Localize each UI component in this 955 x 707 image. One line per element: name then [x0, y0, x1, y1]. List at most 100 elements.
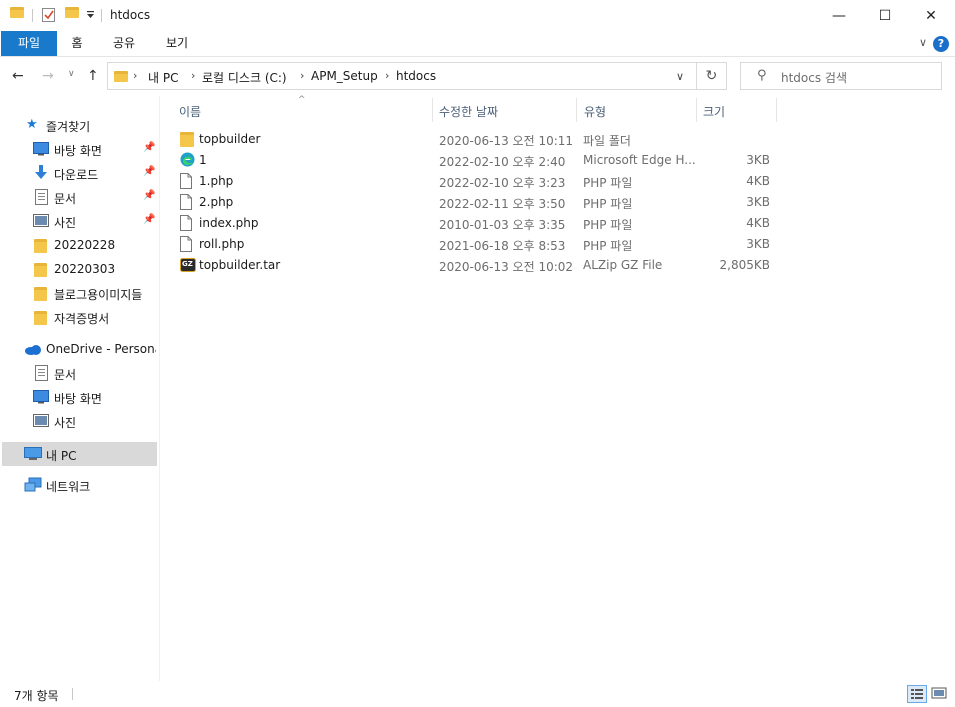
sidebar-item-label: 바탕 화면 [54, 144, 102, 158]
column-divider[interactable] [576, 98, 577, 122]
file-size: 2,805KB [719, 258, 770, 272]
sidebar-item-onedrive-documents[interactable]: 문서 [0, 362, 157, 384]
table-row[interactable]: roll.php 2021-06-18 오후 8:53 PHP 파일 3KB [170, 234, 780, 255]
chevron-right-icon[interactable]: › [133, 69, 137, 82]
sidebar-item-label: 네트워크 [46, 480, 91, 494]
recent-locations-button[interactable]: ∨ [68, 69, 75, 79]
maximize-button[interactable]: ☐ [862, 0, 908, 31]
folder-icon [34, 239, 47, 253]
chevron-right-icon[interactable]: › [300, 69, 304, 82]
tab-view[interactable]: 보기 [157, 31, 197, 56]
sidebar-item-label: 즐겨찾기 [46, 120, 91, 134]
help-icon[interactable]: ? [933, 36, 949, 52]
pin-icon[interactable]: 📌 [143, 190, 155, 201]
column-divider[interactable] [776, 98, 777, 122]
folder-icon [114, 71, 128, 82]
large-icons-view-button[interactable] [929, 685, 949, 703]
sidebar-item-onedrive-desktop[interactable]: 바탕 화면 [0, 386, 157, 408]
forward-button[interactable]: → [42, 68, 54, 84]
sidebar-item-documents[interactable]: 문서 📌 [0, 186, 157, 208]
address-dropdown-icon[interactable]: ∨ [676, 70, 684, 83]
file-size: 3KB [746, 237, 770, 251]
column-header-type[interactable]: 유형 [584, 103, 606, 120]
column-header-name[interactable]: 이름 [179, 103, 201, 120]
tab-share[interactable]: 공유 [104, 31, 144, 56]
tab-home[interactable]: 홈 [62, 31, 92, 56]
sidebar-item-onedrive-pictures[interactable]: 사진 [0, 410, 157, 432]
chevron-right-icon[interactable]: › [191, 69, 195, 82]
navigation-pane: ★ 즐겨찾기 바탕 화면 📌 다운로드 📌 문서 📌 사진 📌 20220228… [0, 96, 160, 681]
sidebar-item-network[interactable]: 네트워크 [0, 474, 157, 496]
sidebar-item-desktop[interactable]: 바탕 화면 📌 [0, 138, 157, 160]
file-name: topbuilder.tar [199, 258, 281, 272]
refresh-button[interactable]: ↻ [697, 62, 727, 90]
pin-icon[interactable]: 📌 [143, 166, 155, 177]
column-header-size[interactable]: 크기 [703, 103, 725, 120]
sidebar-item-this-pc[interactable]: 내 PC [2, 442, 157, 466]
file-name: 1.php [199, 174, 234, 188]
sidebar-item-downloads[interactable]: 다운로드 📌 [0, 162, 157, 184]
file-type: Microsoft Edge H... [583, 153, 696, 167]
file-size: 3KB [746, 195, 770, 209]
close-icon: ✕ [925, 7, 937, 24]
pin-icon[interactable]: 📌 [143, 214, 155, 225]
search-box[interactable]: ⚲ htdocs 검색 [740, 62, 942, 90]
table-row[interactable]: index.php 2010-01-03 오후 3:35 PHP 파일 4KB [170, 213, 780, 234]
file-name: 1 [199, 153, 207, 167]
desktop-icon [33, 142, 49, 156]
file-type: ALZip GZ File [583, 258, 663, 272]
sidebar-item-label: 블로그용이미지들 [54, 288, 143, 302]
column-divider[interactable] [696, 98, 697, 122]
document-icon [35, 365, 48, 381]
properties-icon[interactable] [42, 7, 56, 23]
item-count: 7개 항목 [14, 689, 59, 703]
sidebar-item-label: 사진 [54, 216, 77, 230]
address-bar[interactable]: › 내 PC › 로컬 디스크 (C:) › APM_Setup › htdoc… [107, 62, 697, 90]
sidebar-item-folder-certificates[interactable]: 자격증명서 [0, 306, 157, 328]
close-button[interactable]: ✕ [908, 0, 954, 31]
sidebar-item-folder-20220303[interactable]: 20220303 [0, 258, 157, 280]
column-header-date[interactable]: 수정한 날짜 [439, 103, 498, 120]
sidebar-item-pictures[interactable]: 사진 📌 [0, 210, 157, 232]
file-type: 파일 폴더 [583, 134, 631, 148]
sidebar-item-label: 20220228 [54, 238, 116, 252]
pictures-icon [33, 214, 49, 227]
sidebar-item-quick-access[interactable]: ★ 즐겨찾기 [0, 114, 157, 136]
details-view-button[interactable] [907, 685, 927, 703]
new-folder-icon[interactable] [65, 7, 79, 18]
breadcrumb-this-pc[interactable]: 내 PC [148, 69, 178, 86]
column-divider[interactable] [432, 98, 433, 122]
file-type: PHP 파일 [583, 197, 633, 211]
chevron-right-icon[interactable]: › [385, 69, 389, 82]
table-row[interactable]: 1.php 2022-02-10 오후 3:23 PHP 파일 4KB [170, 171, 780, 192]
sidebar-item-onedrive[interactable]: OneDrive - Personal [0, 338, 157, 360]
sidebar-item-folder-20220228[interactable]: 20220228 [0, 234, 157, 256]
file-type: PHP 파일 [583, 176, 633, 190]
search-input[interactable]: htdocs 검색 [781, 69, 847, 86]
table-row[interactable]: topbuilder 2020-06-13 오전 10:11 파일 폴더 [170, 129, 780, 150]
breadcrumb-apm-setup[interactable]: APM_Setup [311, 69, 378, 83]
minimize-button[interactable]: — [816, 0, 862, 31]
breadcrumb-local-disk[interactable]: 로컬 디스크 (C:) [202, 69, 287, 86]
expand-ribbon-button[interactable]: ∨ [919, 36, 927, 49]
file-type: PHP 파일 [583, 239, 633, 253]
table-row[interactable]: 1 2022-02-10 오후 2:40 Microsoft Edge H...… [170, 150, 780, 171]
onedrive-cloud-icon [25, 345, 41, 355]
tab-file[interactable]: 파일 [1, 31, 57, 56]
file-name: topbuilder [199, 132, 261, 146]
breadcrumb-htdocs[interactable]: htdocs [396, 69, 436, 83]
table-row[interactable]: 2.php 2022-02-11 오후 3:50 PHP 파일 3KB [170, 192, 780, 213]
ribbon-tabs: 파일 홈 공유 보기 ∨ ? [0, 31, 955, 57]
file-icon [180, 215, 192, 231]
sidebar-item-label: 내 PC [46, 449, 77, 463]
folder-icon [10, 7, 24, 18]
window-title: htdocs [110, 8, 151, 22]
file-date: 2022-02-10 오후 2:40 [439, 155, 566, 169]
table-row[interactable]: GZ topbuilder.tar 2020-06-13 오전 10:02 AL… [170, 255, 780, 276]
download-icon [35, 165, 47, 179]
pin-icon[interactable]: 📌 [143, 142, 155, 153]
back-button[interactable]: ← [12, 68, 24, 84]
customize-toolbar-icon[interactable] [86, 11, 95, 20]
up-button[interactable]: ↑ [87, 68, 99, 84]
sidebar-item-folder-blog-images[interactable]: 블로그용이미지들 [0, 282, 157, 304]
